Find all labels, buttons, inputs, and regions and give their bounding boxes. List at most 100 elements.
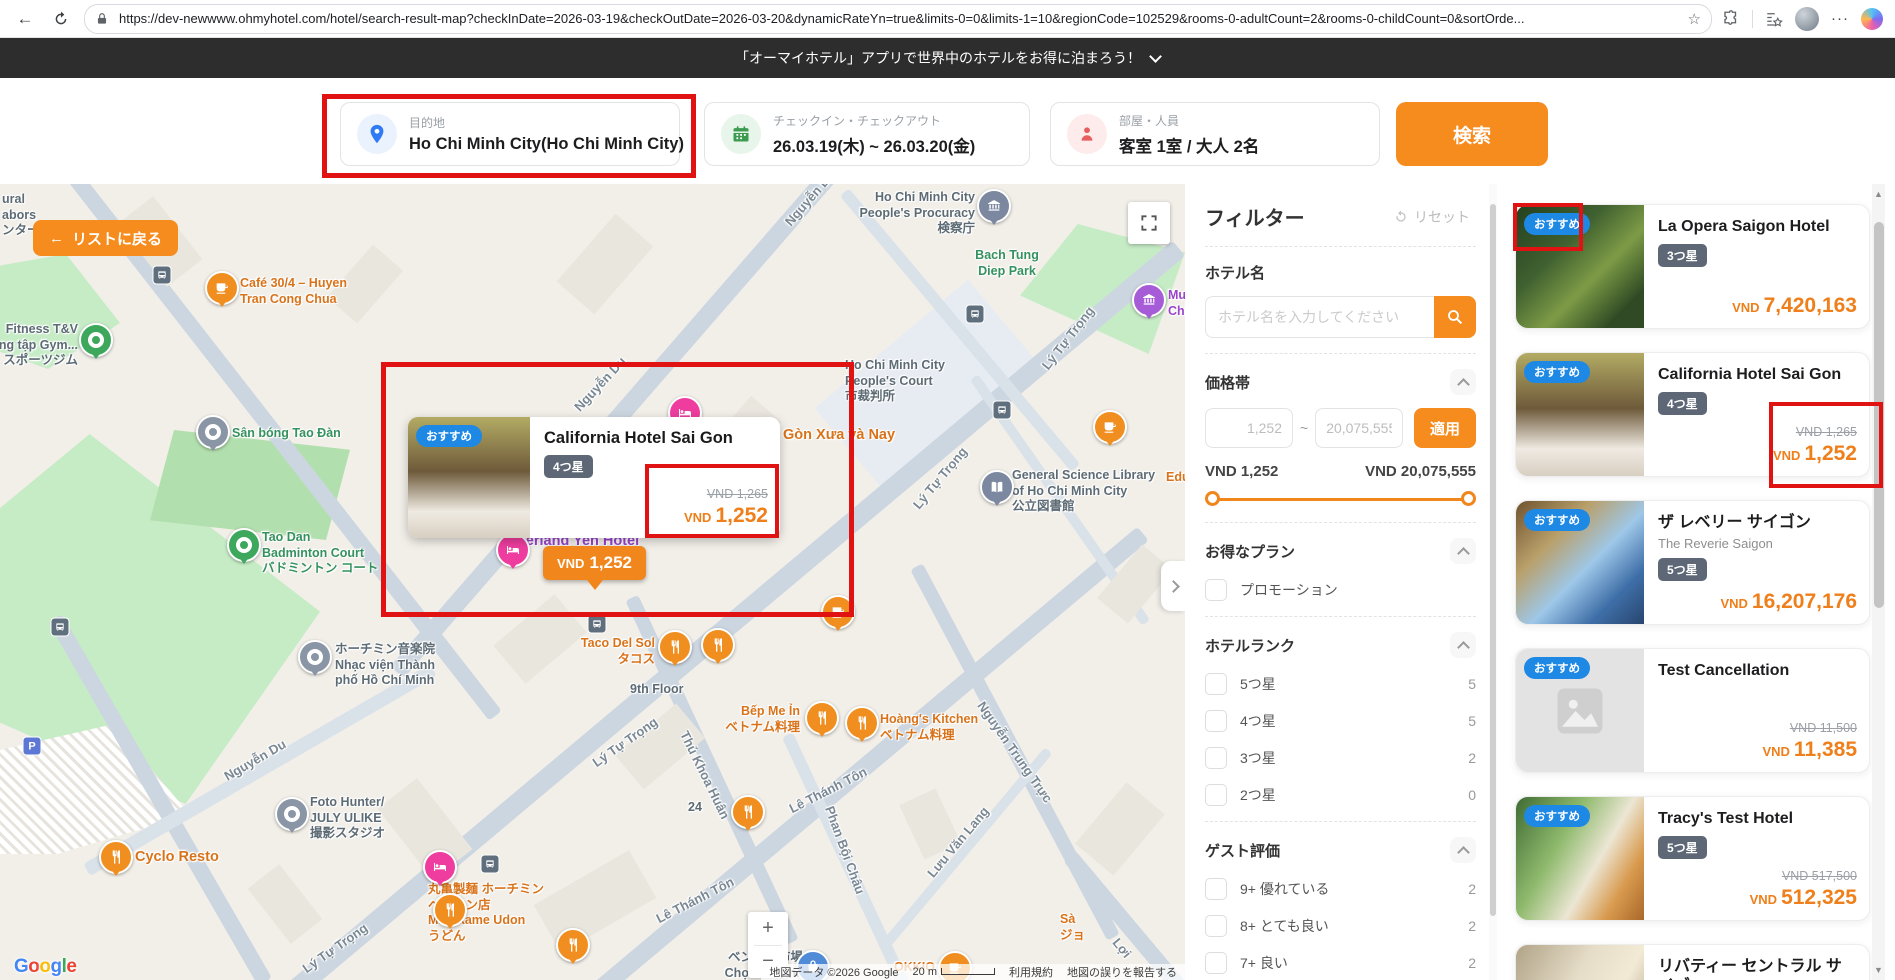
collapse-panel-toggle[interactable] [1161,561,1185,611]
checkbox[interactable] [1205,673,1227,695]
promo-banner: 「オーマイホテル」アプリで世界中のホテルをお得に泊まろう！ [0,38,1895,78]
browser-menu-icon[interactable]: ··· [1831,10,1849,27]
hotel-card-body: La Opera Saigon Hotel 3つ星 VND 7,420,163 [1644,205,1869,328]
filter-group-collapse-button[interactable] [1450,837,1476,863]
bus-marker-icon[interactable] [992,400,1012,420]
reset-filters-button[interactable]: リセット [1387,206,1476,228]
bus-marker-icon[interactable] [965,304,985,324]
restaurant-marker-icon[interactable] [731,795,765,829]
google-logo[interactable]: Google [14,956,77,978]
copilot-icon[interactable] [1861,7,1883,30]
map-price-marker[interactable]: VND 1,252 [543,546,646,580]
dot-gray-marker-icon[interactable] [196,415,230,449]
terms-link[interactable]: 利用規約 [1009,964,1053,980]
bus-marker-icon[interactable] [152,265,172,285]
reload-icon [55,11,67,24]
browser-reload-icon[interactable] [48,6,74,32]
scroll-up-arrow[interactable]: ▲ [1872,186,1885,202]
dot-green-marker-icon[interactable] [79,323,113,357]
restaurant-marker-icon[interactable] [701,628,735,662]
restaurant-marker-icon[interactable] [99,840,133,874]
popup-recommend-badge: おすすめ [416,425,482,447]
price-max-label: VND 20,075,555 [1365,463,1476,480]
zoom-in-button[interactable]: + [748,912,788,945]
hotel-result-list: おすすめ La Opera Saigon Hotel 3つ星 VND 7,420,163… [1513,184,1883,980]
museum-purple-marker-icon[interactable] [1132,283,1166,317]
checkbox[interactable] [1205,784,1227,806]
bed-marker-icon[interactable] [496,533,530,567]
browser-toolbar: ← ☆ ··· [0,0,1895,38]
address-bar[interactable]: ☆ [84,3,1712,34]
hotel-card-body: Test Cancellation VND 11,500 VND 11,385 [1644,649,1869,772]
hotel-name-input[interactable] [1205,296,1434,338]
bus-marker-icon[interactable] [587,614,607,634]
map-fullscreen-button[interactable] [1128,202,1170,244]
filter-scrollbar[interactable] [1489,184,1497,980]
checkbox[interactable] [1205,878,1227,900]
extensions-icon[interactable] [1722,9,1740,28]
slider-handle-max[interactable] [1461,491,1476,506]
report-map-error-link[interactable]: 地図の誤りを報告する [1067,964,1177,980]
filter-scrollbar-thumb[interactable] [1490,204,1496,916]
restaurant-marker-icon[interactable] [433,893,467,927]
map-place-label: ホーチミン音楽院 Nhạc viện Thành phố Hồ Chí Minh [335,642,436,688]
restaurant-marker-icon[interactable] [805,701,839,735]
checkbox[interactable] [1205,915,1227,937]
restaurant-marker-icon[interactable] [845,706,879,740]
bus-marker-icon[interactable] [480,854,500,874]
hotel-card[interactable]: おすすめ La Opera Saigon Hotel 3つ星 VND 7,420,163 [1513,203,1870,329]
map-canvas[interactable]: Nguyễn Du Nguyễn Du Nguyễn Du Lý Tự Trọng Lý… [0,184,1185,980]
filter-option-label: 3つ星 [1240,750,1276,766]
bookmark-star-icon[interactable]: ☆ [1688,10,1701,28]
dates-field[interactable]: チェックイン・チェックアウト 26.03.19(木) ~ 26.03.20(金) [704,102,1030,166]
checkbox[interactable] [1205,710,1227,732]
url-input[interactable] [117,10,1680,27]
restaurant-marker-icon[interactable] [658,630,692,664]
restaurant-marker-icon[interactable] [556,928,590,962]
hotel-name-search-button[interactable] [1434,296,1476,338]
filter-group-collapse-button[interactable] [1450,538,1476,564]
destination-field[interactable]: 目的地 Ho Chi Minh City(Ho Chi Minh City) [340,102,684,166]
dot-gray-marker-icon[interactable] [298,640,332,674]
bus-marker-icon[interactable] [50,617,70,637]
price-min-input[interactable] [1205,408,1293,448]
hotel-name: リバティー セントラル サイゴ… [1658,958,1842,980]
bed-marker-icon[interactable] [423,850,457,884]
profile-avatar[interactable] [1795,6,1819,31]
price-collapse-button[interactable] [1450,369,1476,395]
occupancy-field[interactable]: 部屋・人員 客室 1室 / 大人 2名 [1050,102,1380,166]
dot-gray-marker-icon[interactable] [275,797,309,831]
scroll-down-arrow[interactable]: ▼ [1872,962,1885,978]
hotel-card[interactable]: おすすめ California Hotel Sai Gon 4つ星 VND 1,265… [1515,352,1883,488]
list-scrollbar-thumb[interactable] [1873,222,1884,608]
popup-old-price: VND 1,265 [706,487,768,501]
filter-group-collapse-button[interactable] [1450,632,1476,658]
parking-marker-icon[interactable]: P [22,736,42,756]
hotel-card[interactable]: おすすめ Tracy's Test Hotel 5つ星 VND 517,500 VND 5… [1515,796,1870,921]
price-slider [1205,491,1476,507]
slider-handle-min[interactable] [1205,491,1220,506]
checkbox[interactable] [1205,579,1227,601]
cafe-marker-icon[interactable] [1093,410,1127,444]
hotel-card[interactable]: おすすめ ザ レベリー サイゴン The Reverie Saigon 5つ星 VND 1… [1515,500,1870,625]
cafe-marker-icon[interactable] [205,271,239,305]
hotel-price-block: VND 1,265 VND 1,252 [1773,425,1857,466]
favorites-bar-icon[interactable] [1765,10,1783,28]
slider-track [1207,497,1474,501]
search-button[interactable]: 検索 [1396,102,1548,166]
dot-green-marker-icon[interactable] [227,528,261,562]
hotel-card[interactable]: おすすめ Test Cancellation VND 11,500 VND 11,385 [1515,648,1870,773]
museum-marker-icon[interactable] [977,189,1011,223]
price-max-input[interactable] [1315,408,1404,448]
checkbox[interactable] [1205,747,1227,769]
book-marker-icon[interactable] [980,470,1014,504]
cafe-marker-icon[interactable] [821,595,855,629]
back-to-list-button[interactable]: ← リストに戻る [33,220,179,256]
hotel-card[interactable]: リバティー セントラル サイゴ… [1515,944,1870,980]
map-hotel-popup[interactable]: おすすめ California Hotel Sai Gon 4つ星 VND 1,… [408,417,780,538]
browser-back-icon[interactable]: ← [12,6,38,32]
apply-price-button[interactable]: 適用 [1414,408,1476,448]
banner-chevron-down-icon[interactable] [1149,49,1162,63]
checkbox[interactable] [1205,952,1227,974]
list-scrollbar[interactable]: ▲ ▼ [1872,184,1885,980]
